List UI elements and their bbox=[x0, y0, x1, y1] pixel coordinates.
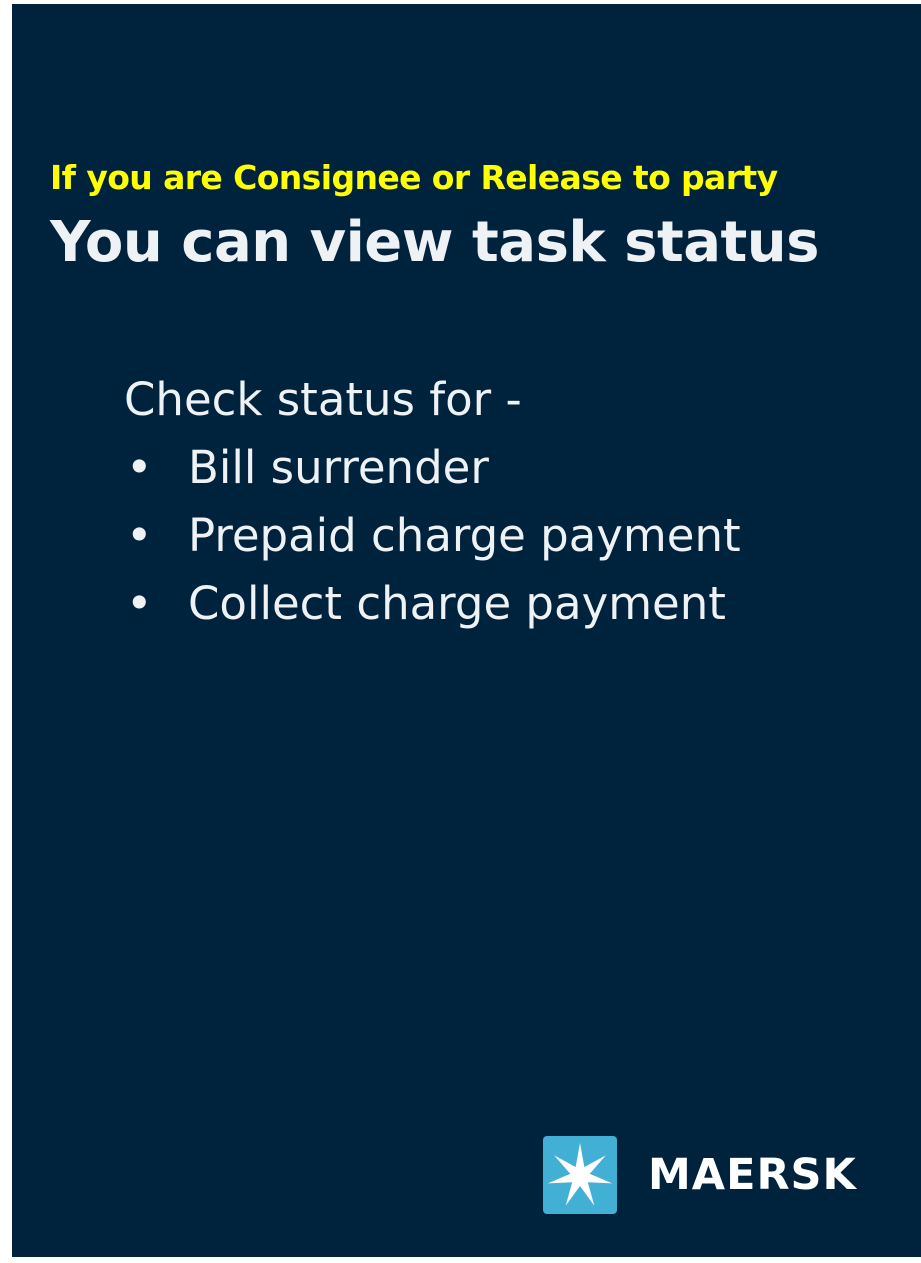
slide-subtitle: If you are Consignee or Release to party bbox=[50, 158, 778, 197]
check-status-heading: Check status for - bbox=[124, 373, 522, 426]
maersk-logo: MAERSK bbox=[543, 1136, 893, 1214]
seven-pointed-star-icon bbox=[543, 1136, 617, 1214]
slide-frame: If you are Consignee or Release to party… bbox=[0, 0, 921, 1263]
slide-title: You can view task status bbox=[50, 210, 820, 275]
bullet-text-bill-surrender: Bill surrender bbox=[188, 441, 489, 494]
bullet-text-prepaid-charge-payment: Prepaid charge payment bbox=[188, 509, 741, 562]
bullet-icon: • bbox=[126, 509, 153, 562]
edge-mark-vertical bbox=[6, 1151, 10, 1257]
bullet-icon: • bbox=[126, 577, 153, 630]
bullet-text-collect-charge-payment: Collect charge payment bbox=[188, 577, 726, 630]
logo-wordmark: MAERSK bbox=[648, 1150, 857, 1200]
bullet-icon: • bbox=[126, 441, 153, 494]
